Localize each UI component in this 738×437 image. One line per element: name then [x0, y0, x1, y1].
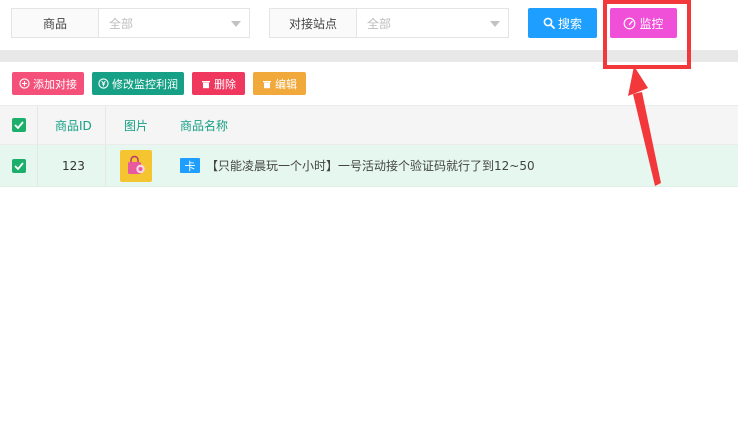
annotation-arrow-icon — [628, 66, 661, 186]
